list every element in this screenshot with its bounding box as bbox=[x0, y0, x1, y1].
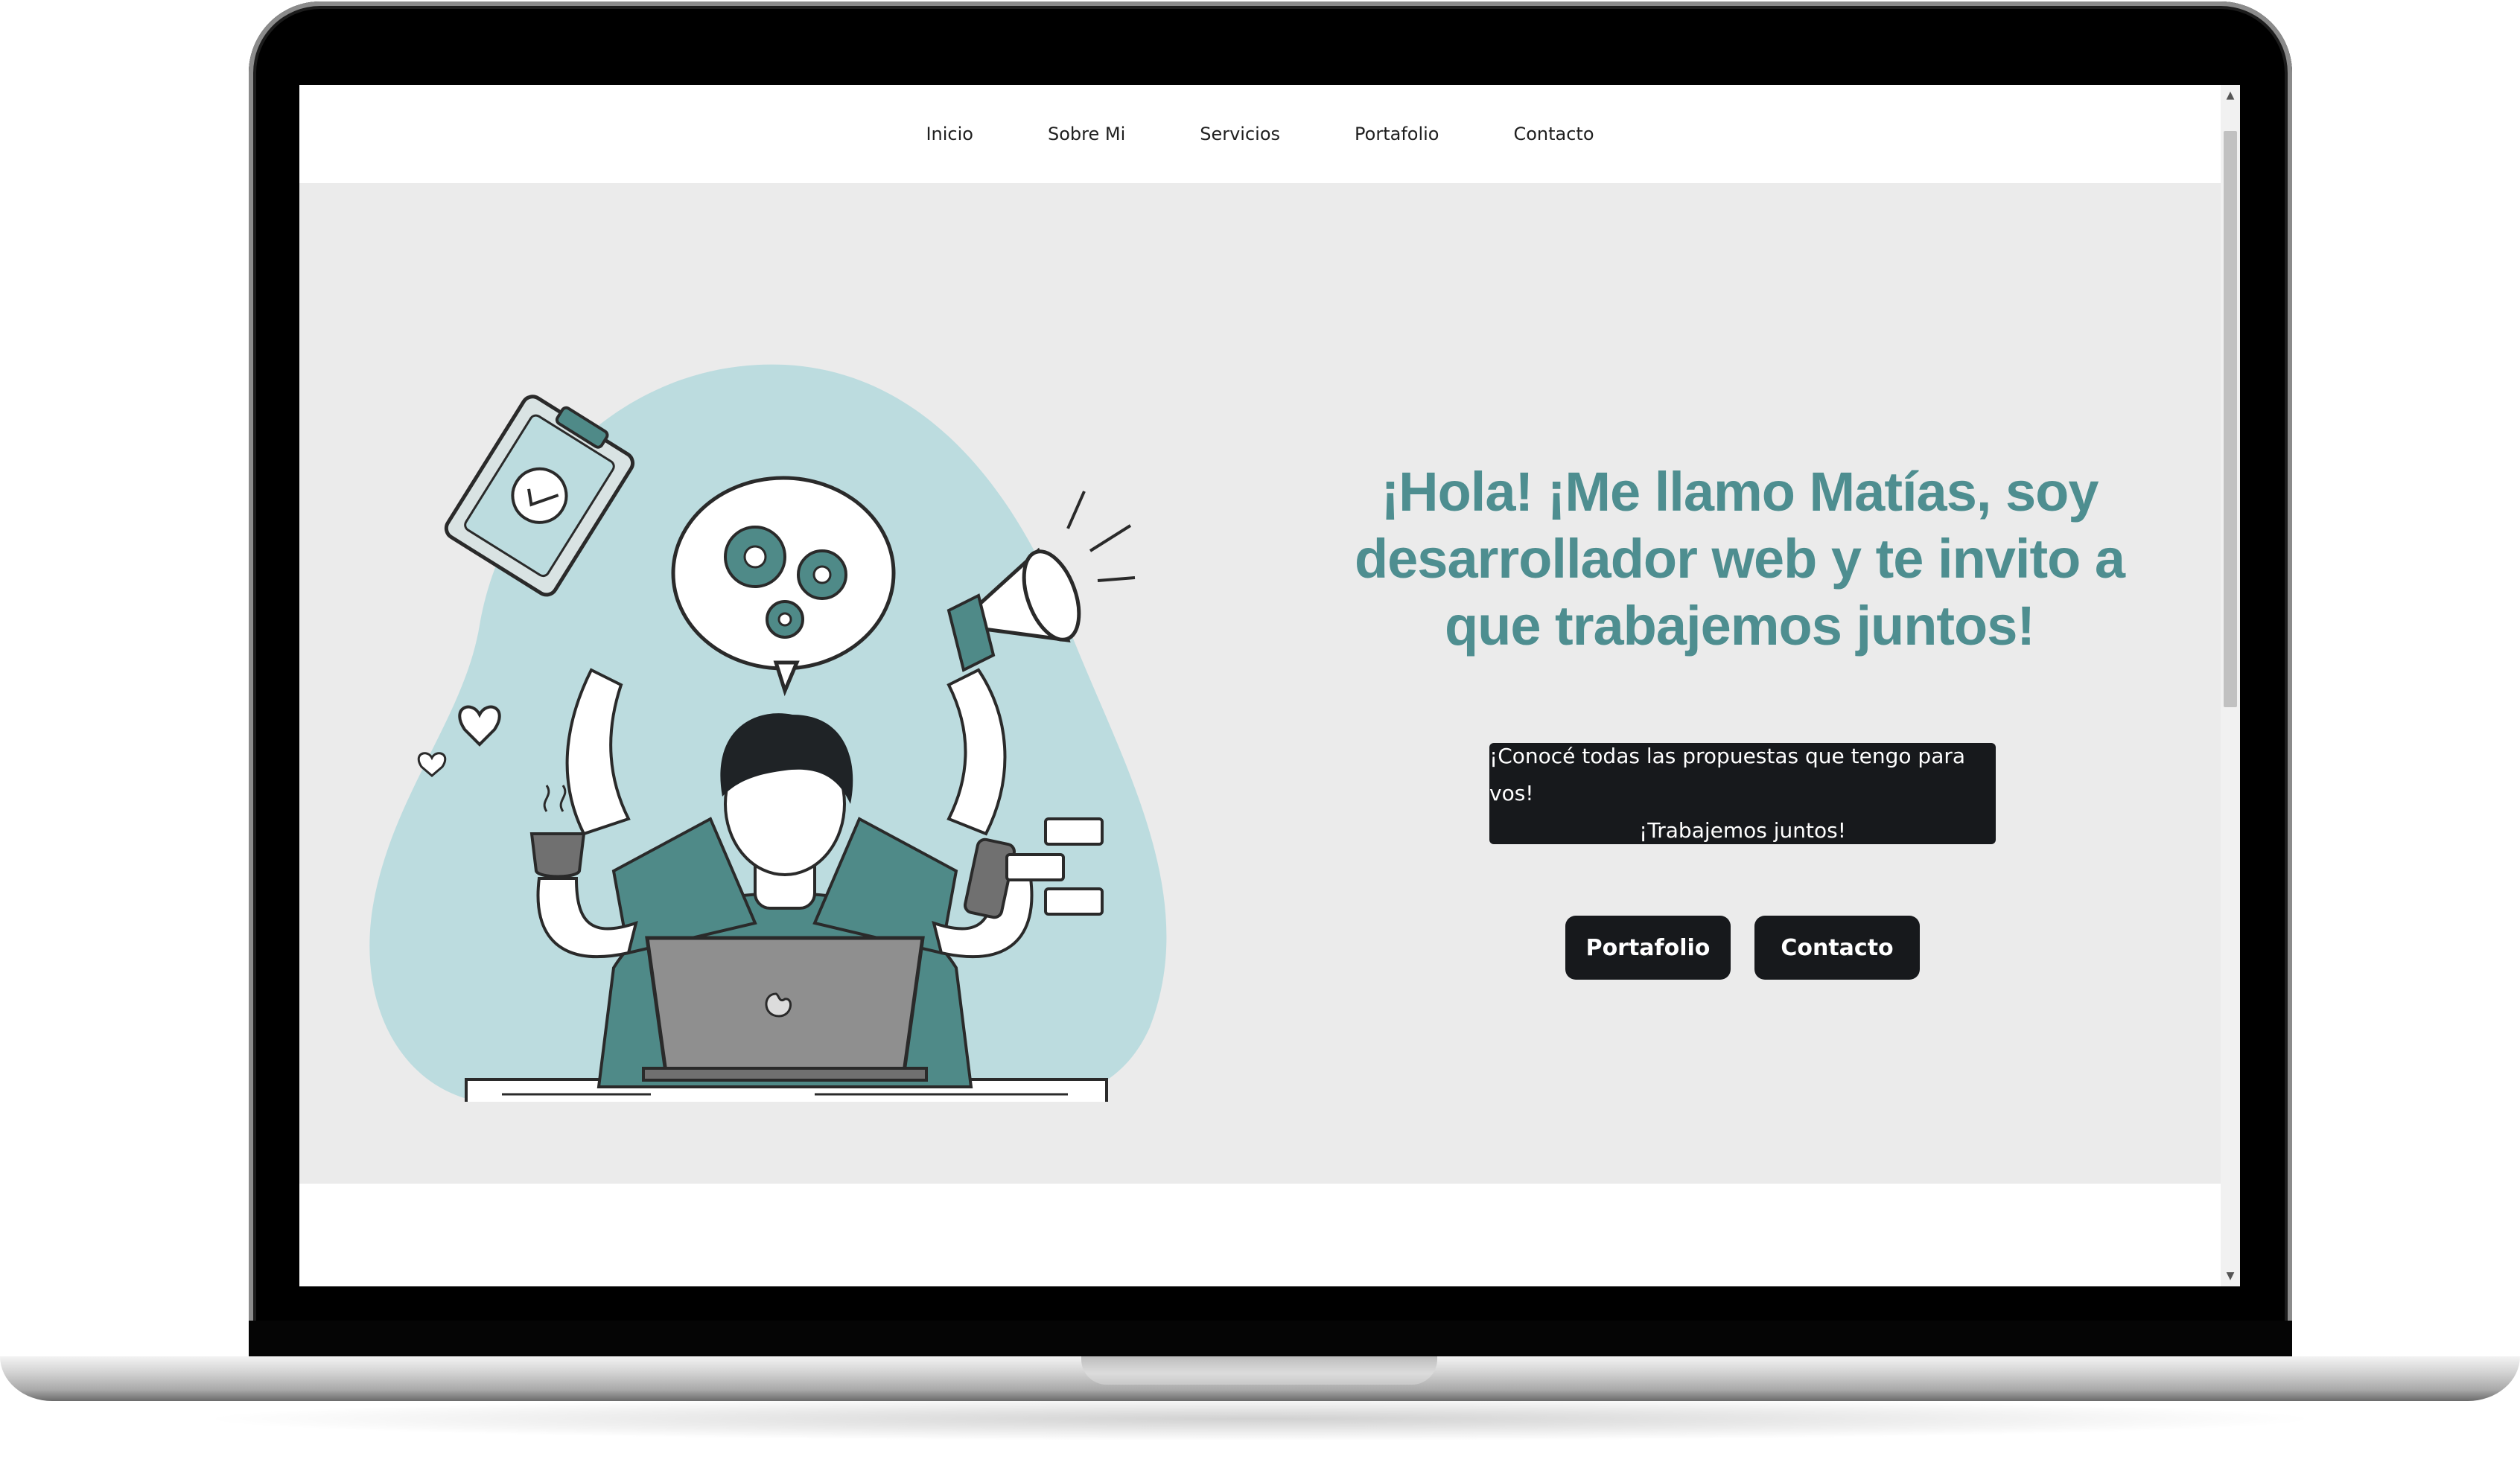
proposals-info-box: ¡Conocé todas las propuestas que tengo p… bbox=[1489, 743, 1996, 844]
nav-link-contacto[interactable]: Contacto bbox=[1476, 124, 1631, 144]
website: Inicio Sobre Mi Servicios Portafolio Con… bbox=[299, 85, 2221, 1286]
contact-button[interactable]: Contacto bbox=[1754, 916, 1920, 980]
hero-headline: ¡Hola! ¡Me llamo Matías, soy desarrollad… bbox=[1315, 459, 2164, 660]
hero-section: ¡Hola! ¡Me llamo Matías, soy desarrollad… bbox=[299, 183, 2221, 1184]
hero-headline-line-1: ¡Hola! ¡Me llamo Matías, soy bbox=[1381, 461, 2099, 523]
page-scrollbar[interactable]: ▲ ▼ bbox=[2221, 85, 2240, 1286]
nav-link-sobre-mi[interactable]: Sobre Mi bbox=[1011, 124, 1162, 144]
scroll-down-arrow-icon[interactable]: ▼ bbox=[2221, 1266, 2240, 1286]
info-line-2: ¡Trabajemos juntos! bbox=[1639, 818, 1846, 843]
nav-link-portafolio[interactable]: Portafolio bbox=[1317, 124, 1476, 144]
multitasking-developer-illustration bbox=[369, 364, 1167, 1102]
scroll-up-arrow-icon[interactable]: ▲ bbox=[2221, 85, 2240, 106]
info-line-1: ¡Conocé todas las propuestas que tengo p… bbox=[1489, 744, 1966, 805]
laptop-notch bbox=[1081, 1356, 1437, 1385]
scrollbar-thumb[interactable] bbox=[2224, 131, 2237, 707]
laptop-shadow bbox=[194, 1397, 2326, 1441]
hero-headline-line-2: desarrollador web y te invito a bbox=[1354, 528, 2125, 590]
laptop-screen: Inicio Sobre Mi Servicios Portafolio Con… bbox=[299, 85, 2240, 1286]
nav-link-servicios[interactable]: Servicios bbox=[1162, 124, 1317, 144]
next-section bbox=[299, 1184, 2221, 1286]
chat-bubble-icon bbox=[1044, 817, 1104, 846]
navbar: Inicio Sobre Mi Servicios Portafolio Con… bbox=[299, 85, 2221, 183]
hero-headline-line-3: que trabajemos juntos! bbox=[1444, 595, 2035, 657]
chat-bubble-icon-3 bbox=[1044, 887, 1104, 916]
nav-link-inicio[interactable]: Inicio bbox=[888, 124, 1011, 144]
portfolio-button[interactable]: Portafolio bbox=[1565, 916, 1731, 980]
laptop-chin bbox=[249, 1321, 2292, 1358]
chat-bubble-icon-2 bbox=[1005, 853, 1065, 881]
